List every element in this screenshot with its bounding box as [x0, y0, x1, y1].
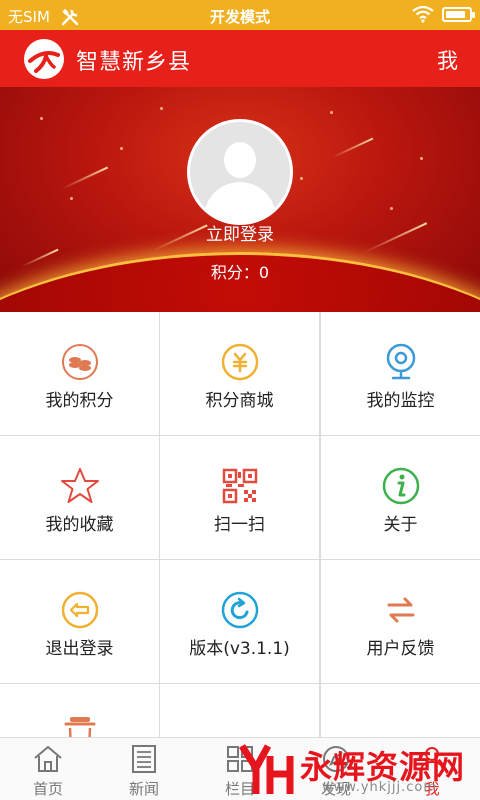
star-dot: [420, 157, 423, 160]
menu-item-logout[interactable]: 退出登录: [0, 560, 159, 683]
nav-label: 新闻: [128, 780, 159, 798]
profile-banner: 立即登录 积分：0: [0, 87, 480, 312]
menu-item-label: 关于: [383, 515, 418, 535]
currency-icon: [221, 343, 259, 381]
menu-item-scan[interactable]: 扫一扫: [160, 436, 319, 559]
avatar-head: [224, 142, 256, 178]
nav-item-news[interactable]: 新闻: [96, 738, 192, 800]
menu-item-label: 版本(v3.1.1): [189, 639, 290, 659]
wifi-icon: [412, 5, 434, 23]
developer-mode-label: 开发模式: [209, 8, 270, 26]
menu-item-my-monitor[interactable]: 我的监控: [321, 312, 480, 435]
login-link[interactable]: 立即登录: [0, 220, 480, 245]
star-icon: [61, 468, 99, 503]
points-text: 积分：0: [210, 263, 270, 282]
avatar-placeholder-icon: [190, 122, 290, 222]
star-dot: [70, 197, 73, 200]
refresh-icon: [221, 591, 259, 629]
menu-grid: 我的积分 积分商城 我的监控 我的收藏 扫一扫 关于 退出登录 版本(v3.1.…: [0, 312, 480, 737]
nav-item-home[interactable]: 首页: [0, 738, 96, 800]
star-dot: [160, 107, 163, 110]
qr-code-icon: [222, 468, 258, 504]
menu-item-label: 我的积分: [45, 391, 114, 411]
menu-item-version[interactable]: 版本(v3.1.1): [160, 560, 319, 683]
menu-item-my-favorites[interactable]: 我的收藏: [0, 436, 159, 559]
menu-item-my-points[interactable]: 我的积分: [0, 312, 159, 435]
watermark: 永辉资源网 www.yhkjjj.com: [236, 740, 480, 800]
coins-icon: [62, 344, 98, 380]
avatar-shoulders: [204, 182, 276, 222]
avatar[interactable]: [187, 119, 293, 225]
menu-item-about[interactable]: 关于: [321, 436, 480, 559]
battery-icon: [442, 6, 475, 22]
meteor-streak: [331, 137, 374, 159]
meteor-streak: [61, 166, 109, 190]
title-bar: 智慧新乡县 我: [0, 30, 480, 87]
watermark-logo-icon: [239, 744, 294, 794]
star-dot: [330, 111, 333, 114]
header-me-label: 我: [437, 49, 458, 73]
menu-item-label: 我的监控: [366, 391, 435, 411]
app-title: 智慧新乡县: [76, 50, 192, 75]
menu-item-label: 积分商城: [205, 391, 274, 411]
menu-item-label: 我的收藏: [45, 515, 114, 535]
menu-item-empty: [160, 684, 319, 737]
menu-item-label: 用户反馈: [366, 639, 435, 659]
app-logo-icon: [24, 39, 64, 79]
trash-icon: [64, 717, 96, 737]
exit-icon: [61, 591, 99, 629]
news-icon: [132, 745, 156, 773]
home-icon: [34, 745, 62, 772]
status-right: [412, 5, 475, 23]
swap-arrows-icon: [387, 597, 415, 623]
menu-item-points-mall[interactable]: 积分商城: [160, 312, 319, 435]
menu-item-label: 扫一扫: [214, 515, 265, 535]
nav-label: 首页: [32, 780, 63, 798]
star-dot: [300, 177, 303, 180]
webcam-icon: [386, 343, 416, 380]
star-dot: [390, 207, 393, 210]
menu-item-feedback[interactable]: 用户反馈: [321, 560, 480, 683]
menu-item-clear-cache[interactable]: [0, 684, 159, 737]
menu-item-label: 退出登录: [45, 639, 114, 659]
status-bar: 无SIM 开发模式: [0, 0, 480, 30]
watermark-url: www.yhkjjj.com: [322, 780, 438, 795]
info-icon: [382, 467, 420, 505]
star-dot: [40, 117, 43, 120]
star-dot: [120, 147, 123, 150]
battery-fill: [446, 10, 465, 18]
menu-item-empty: [321, 684, 480, 737]
